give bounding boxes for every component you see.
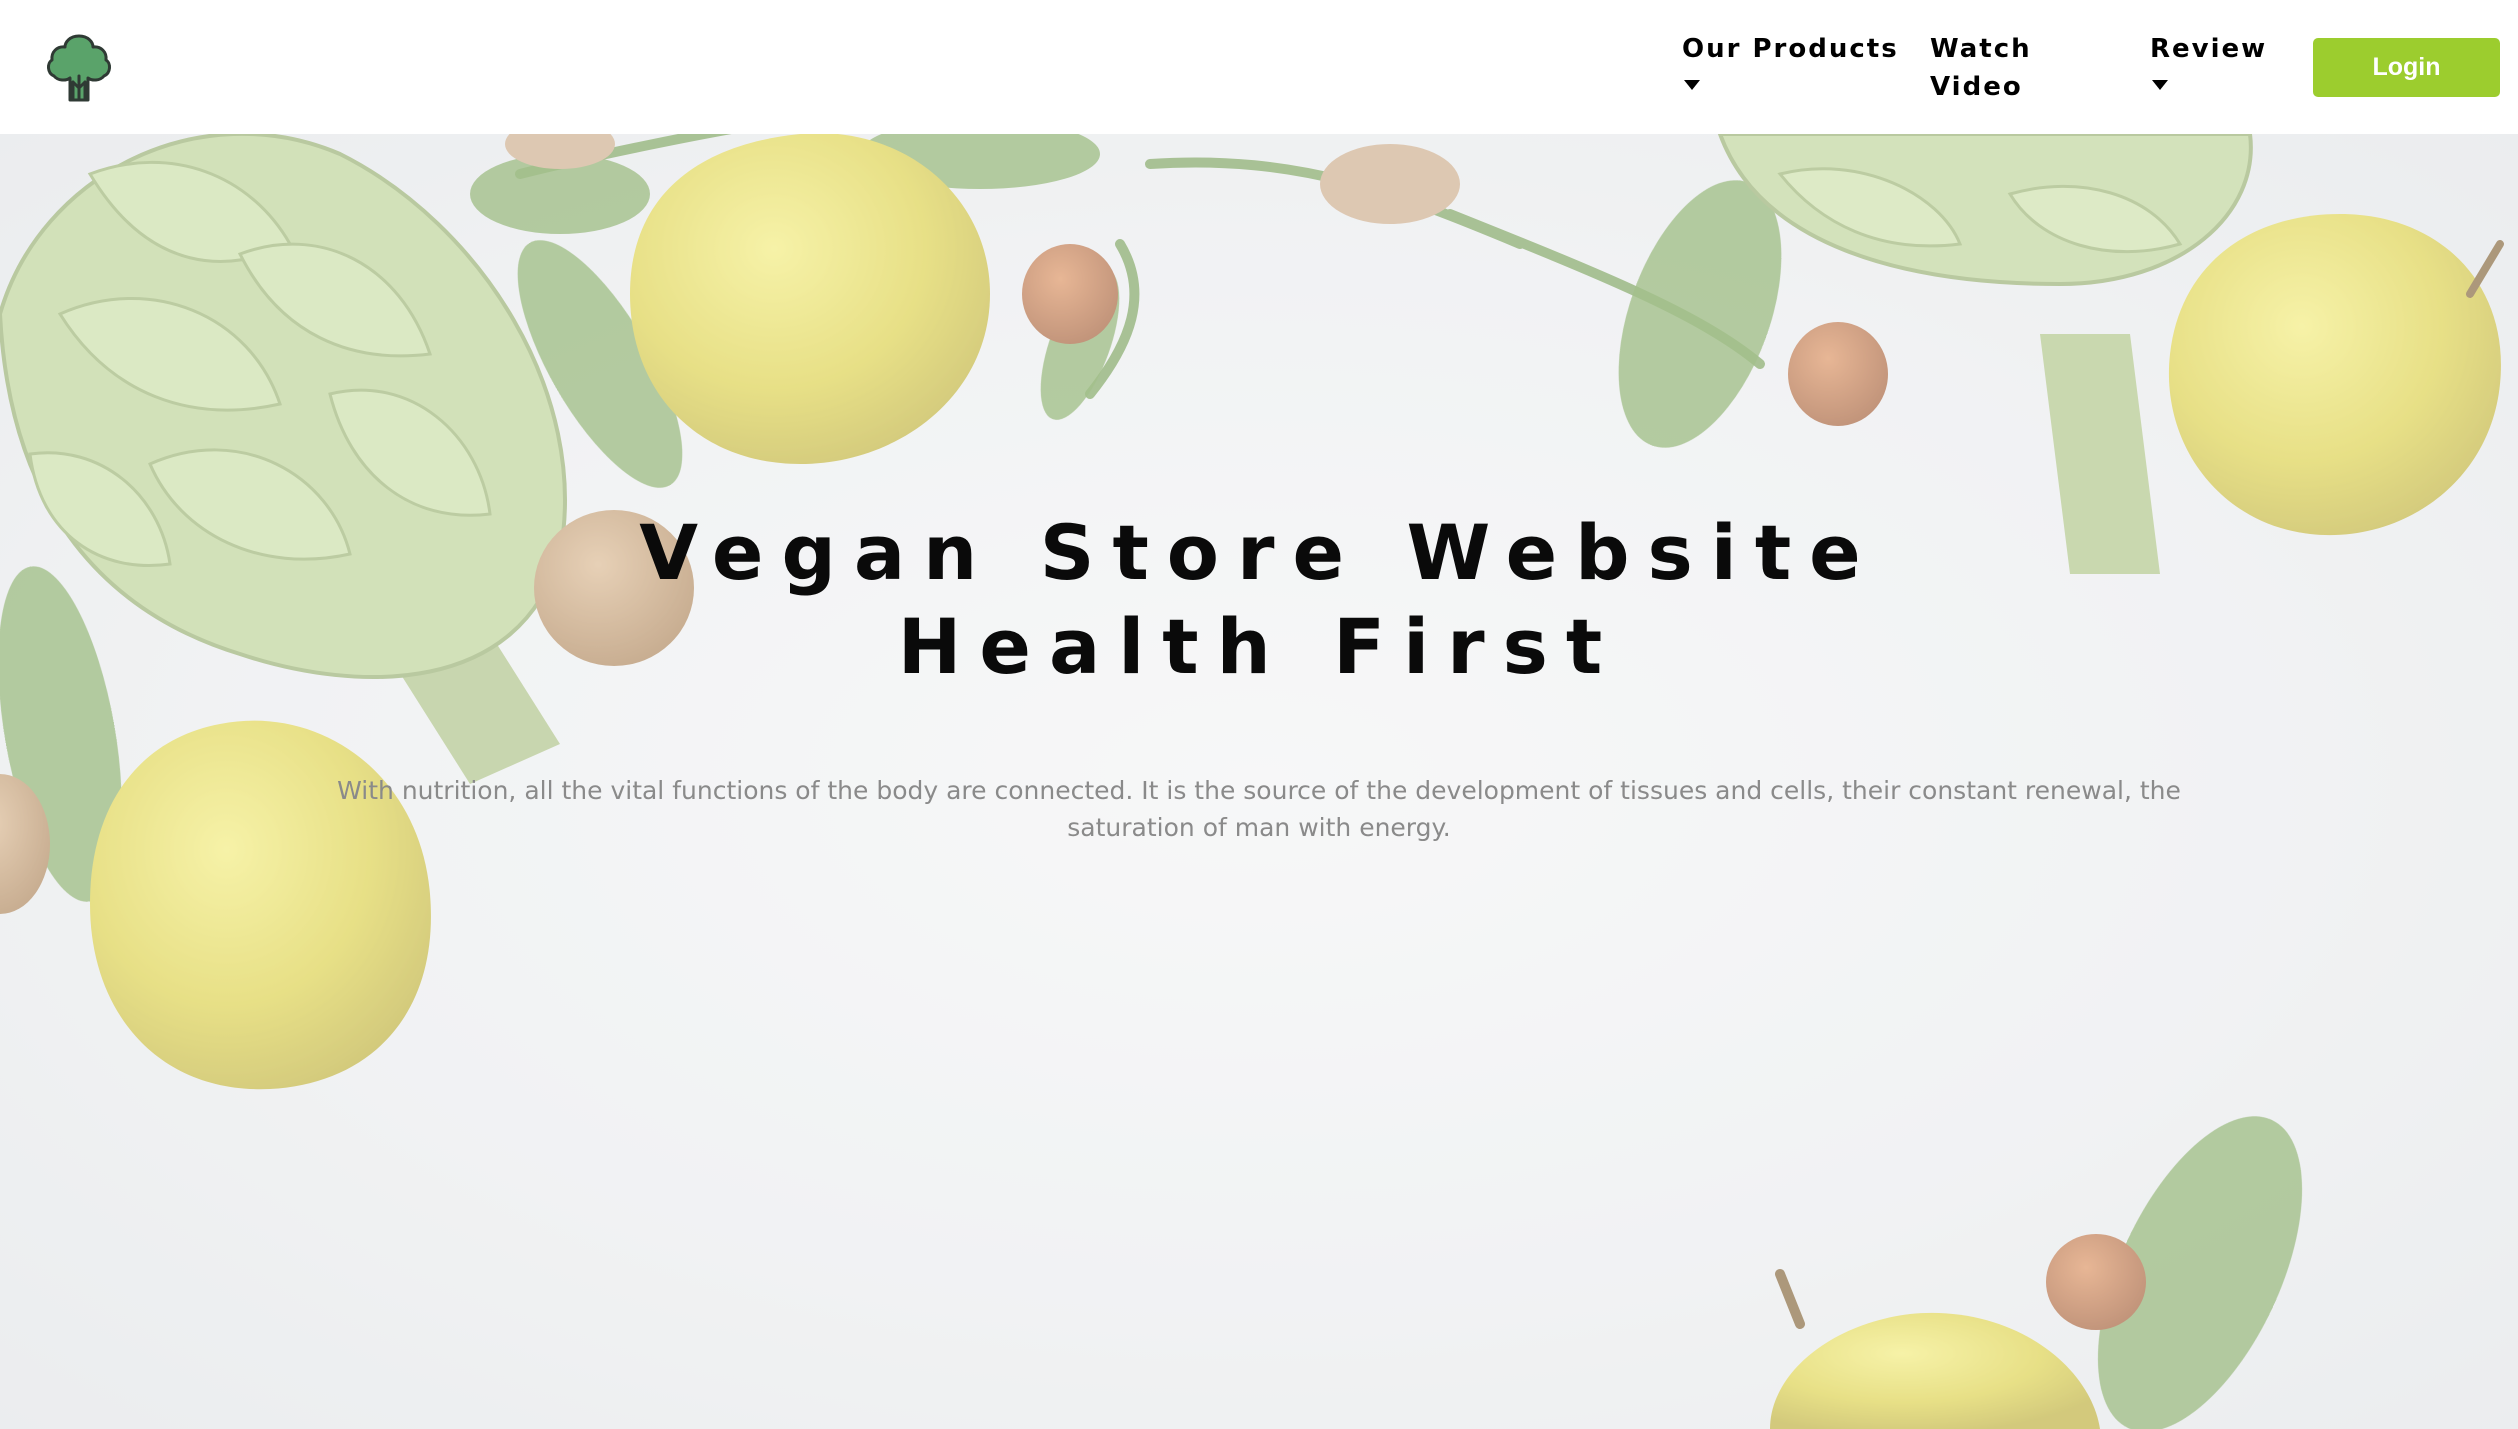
caret-down-icon bbox=[1684, 80, 1700, 90]
broccoli-logo-icon[interactable] bbox=[40, 30, 118, 106]
site-header: Our Products Watch Video Review Login bbox=[0, 0, 2518, 134]
nav-review-label: Review bbox=[2150, 34, 2268, 64]
nav-watch-label: Watch bbox=[1930, 34, 2032, 64]
nav-video-label: Video bbox=[1930, 72, 2023, 102]
nav-our-products[interactable]: Our Products bbox=[1682, 30, 1899, 90]
nav-review[interactable]: Review bbox=[2150, 30, 2267, 90]
hero-section: Vegan Store Website Health First With nu… bbox=[0, 134, 2518, 1429]
nav-our-products-label: Our Products bbox=[1682, 34, 1899, 64]
caret-down-icon bbox=[2152, 80, 2168, 90]
hero-title: Vegan Store Website Health First bbox=[0, 506, 2518, 694]
hero-subtitle: With nutrition, all the vital functions … bbox=[337, 776, 2181, 842]
login-button[interactable]: Login bbox=[2313, 38, 2500, 97]
hero-title-line2: Health First bbox=[897, 602, 1621, 691]
hero-title-line1: Vegan Store Website bbox=[639, 508, 1879, 597]
nav-watch-video[interactable]: Watch Video bbox=[1930, 30, 2060, 106]
